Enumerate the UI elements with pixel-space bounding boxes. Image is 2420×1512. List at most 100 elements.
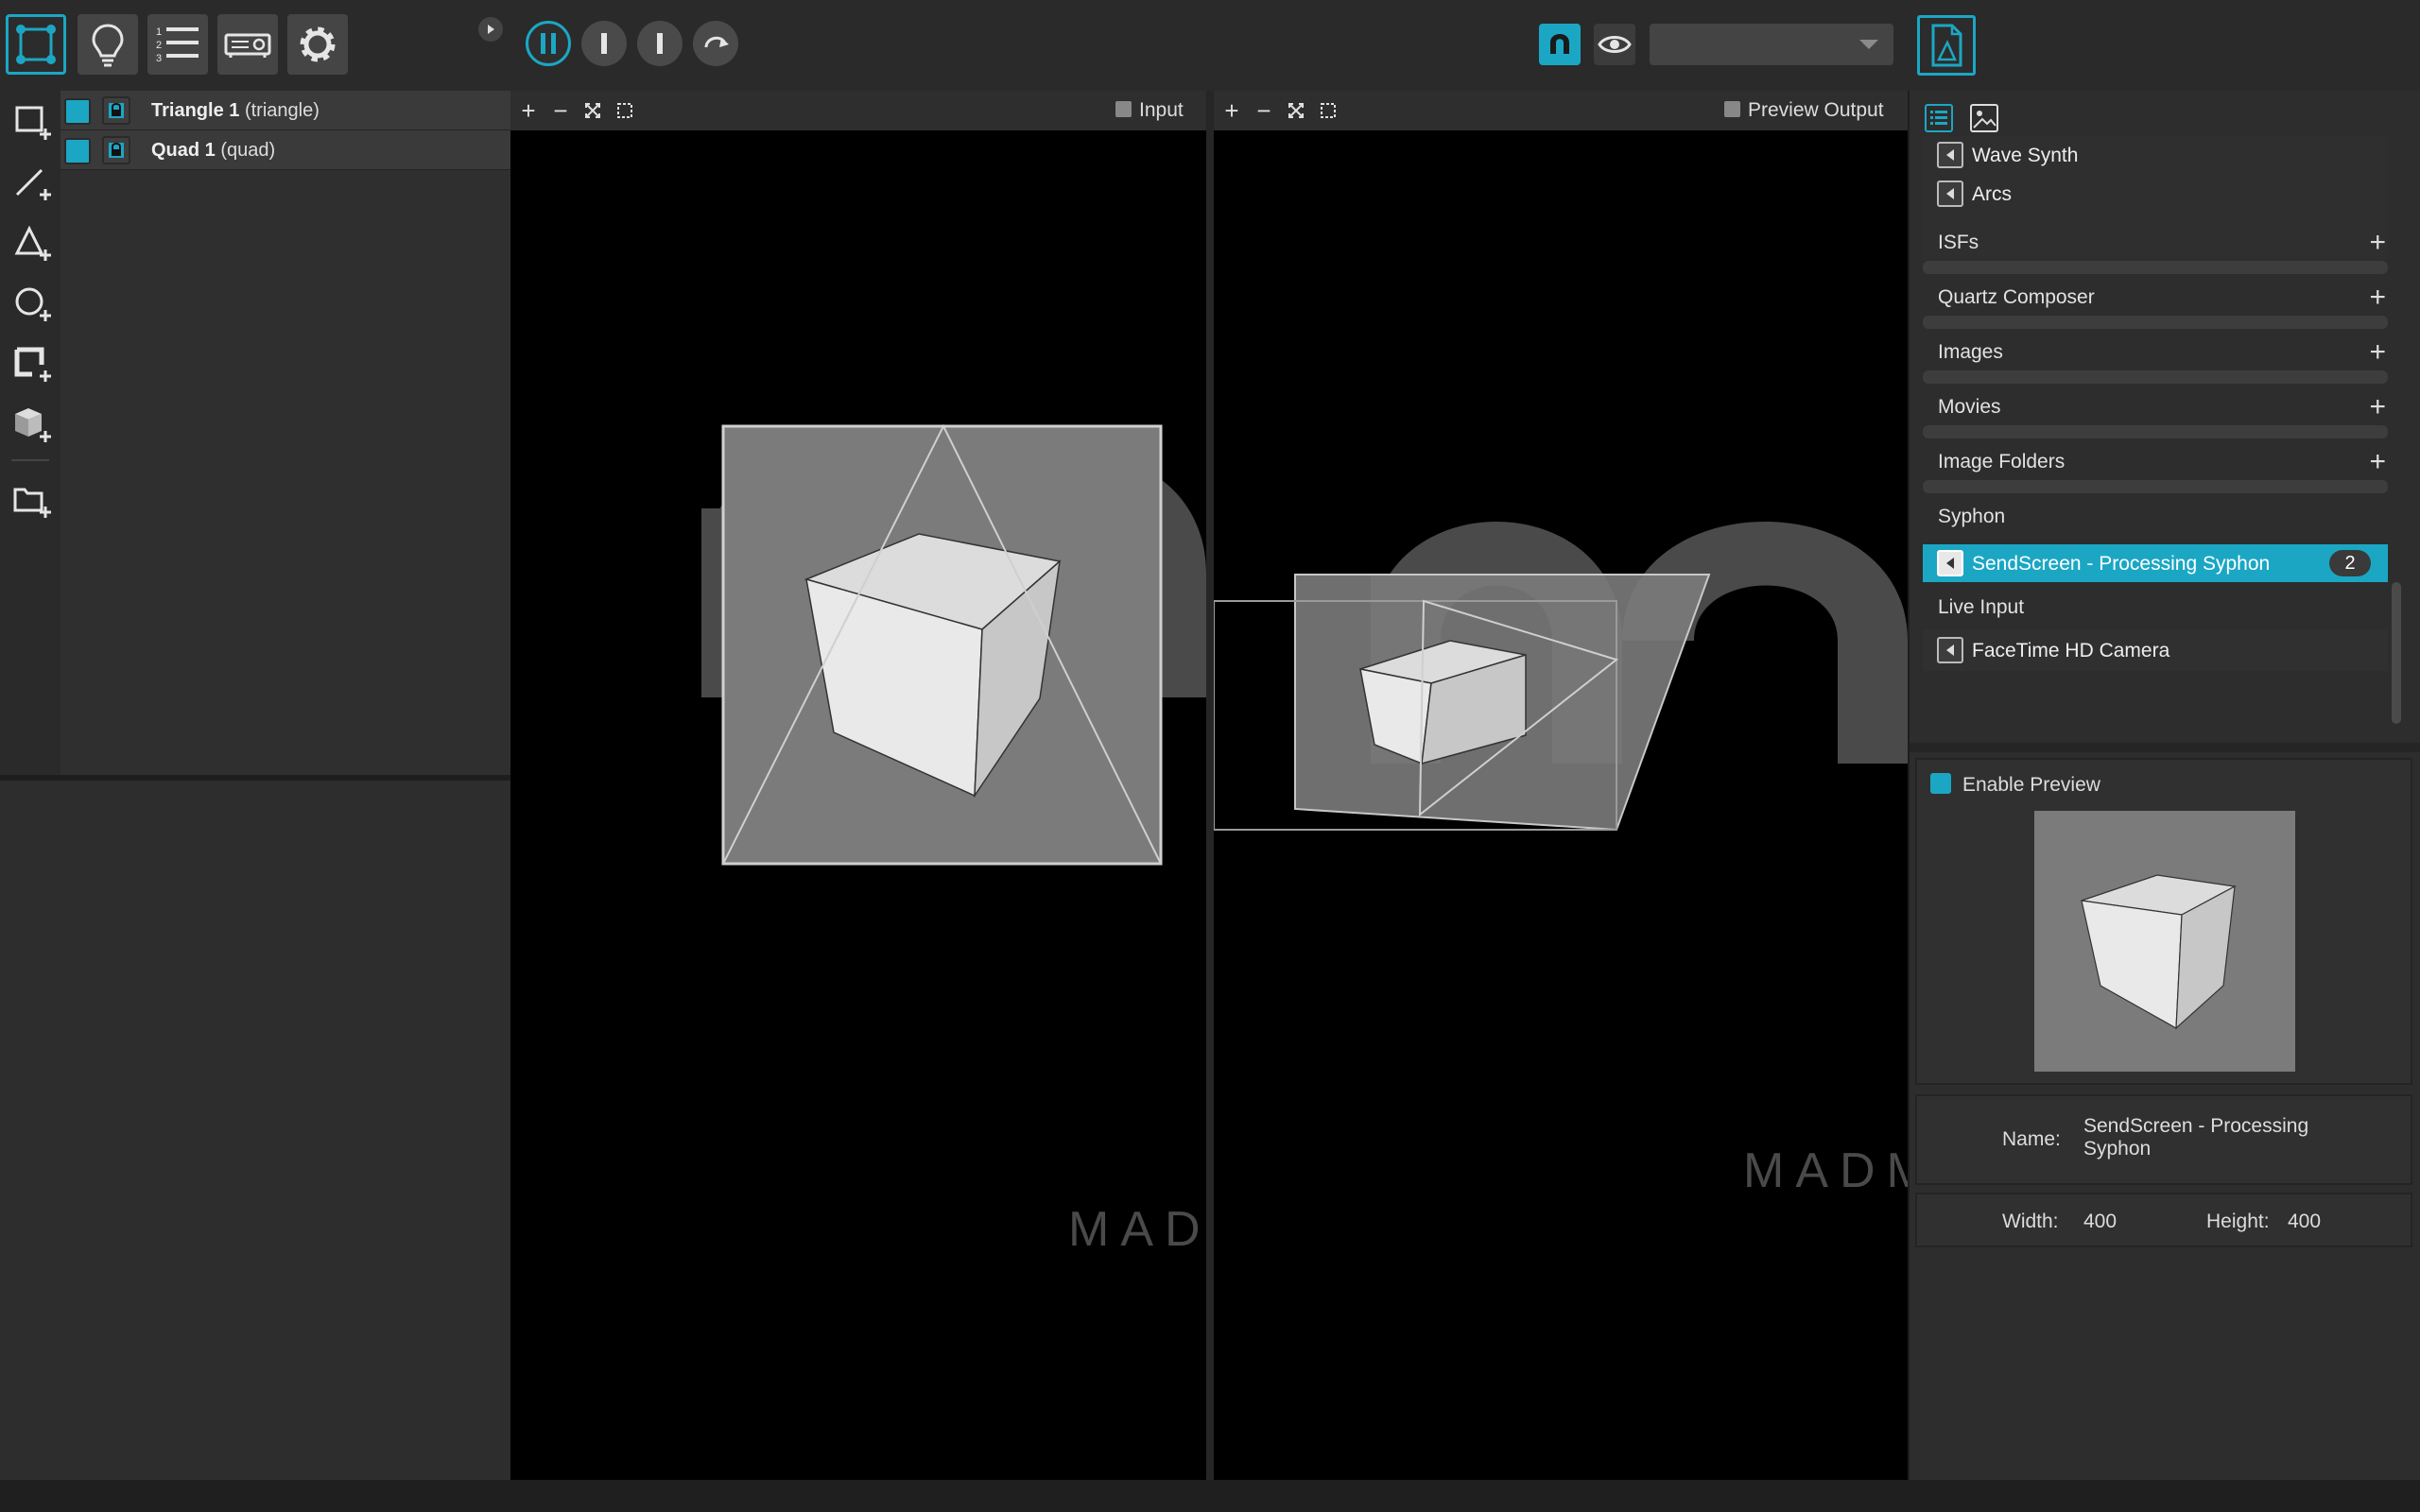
- add-3d-object-icon: [15, 408, 51, 442]
- input-view-header: + − Input: [510, 91, 1206, 130]
- lock-toggle[interactable]: [102, 96, 130, 125]
- source-item[interactable]: FaceTime HD Camera: [1923, 629, 2388, 671]
- zoom-out-button[interactable]: −: [1250, 96, 1278, 125]
- source-preview-image: [2034, 811, 2295, 1072]
- add-icon[interactable]: +: [2369, 446, 2386, 478]
- category-label: Movies: [1938, 396, 2001, 418]
- list-view-tab[interactable]: [1923, 102, 1955, 134]
- add-icon[interactable]: +: [2369, 282, 2386, 314]
- stop-button[interactable]: [637, 21, 683, 66]
- category-label: Image Folders: [1938, 451, 2066, 472]
- zoom-in-button[interactable]: +: [514, 96, 543, 125]
- project-document-button[interactable]: [1917, 15, 1976, 76]
- display-select[interactable]: [1650, 24, 1893, 65]
- category-label: Images: [1938, 341, 2003, 363]
- source-item-label: Wave Synth: [1972, 145, 2079, 166]
- stop-icon: [657, 33, 663, 54]
- category-syphon[interactable]: Syphon: [1923, 499, 2388, 537]
- category-images[interactable]: Images +: [1923, 335, 2388, 387]
- fit-button[interactable]: [579, 96, 607, 125]
- add-quad-icon: [15, 106, 51, 140]
- add-folder-icon: [13, 488, 51, 518]
- viewport-splitter[interactable]: [1206, 91, 1214, 1480]
- input-canvas[interactable]: MAD: [510, 130, 1206, 1480]
- source-item[interactable]: Wave Synth: [1923, 136, 2388, 174]
- source-item[interactable]: Arcs: [1923, 175, 2388, 213]
- width-label: Width:: [2002, 1211, 2059, 1232]
- category-label: Quartz Composer: [1938, 286, 2095, 308]
- width-value: 400: [2083, 1211, 2118, 1232]
- add-circle-tool[interactable]: [8, 280, 55, 327]
- lock-toggle[interactable]: [102, 136, 130, 164]
- preferences-mode-button[interactable]: [287, 14, 348, 75]
- add-line-icon: [15, 168, 51, 200]
- step-icon: [601, 33, 607, 54]
- fit-button[interactable]: [1282, 96, 1310, 125]
- magnet-toggle-button[interactable]: [1539, 24, 1581, 65]
- source-item-label: SendScreen - Processing Syphon: [1972, 553, 2271, 575]
- source-name-box: Name: SendScreen - Processing Syphon: [1915, 1094, 2412, 1185]
- sources-panel: Wave Synth Arcs ISFs + Quartz Composer +…: [1908, 91, 2420, 1480]
- pause-icon: [541, 33, 556, 54]
- source-size-box: Width: 400 Height: 400: [1915, 1193, 2412, 1247]
- preview-visibility-button[interactable]: [1594, 24, 1635, 65]
- step-button[interactable]: [581, 21, 627, 66]
- layer-row[interactable]: Quad 1 (quad): [60, 130, 510, 170]
- add-circle-icon: [15, 287, 51, 321]
- light-mode-button[interactable]: [78, 14, 138, 75]
- height-label: Height:: [2206, 1211, 2270, 1232]
- name-value: SendScreen - Processing Syphon: [2083, 1115, 2309, 1160]
- layer-row[interactable]: Triangle 1 (triangle): [60, 91, 510, 130]
- panel-splitter[interactable]: [1910, 743, 2420, 752]
- visibility-checkbox[interactable]: [64, 138, 91, 164]
- list-icon: [1925, 104, 1953, 132]
- status-bar: [0, 1480, 2420, 1512]
- watermark-letters: MAD: [1068, 1202, 1206, 1257]
- play-source-icon: [1937, 550, 1963, 576]
- svg-text:1: 1: [156, 26, 162, 38]
- add-quad-tool[interactable]: [8, 98, 55, 146]
- scrollbar-thumb[interactable]: [2392, 582, 2401, 724]
- source-item-label: FaceTime HD Camera: [1972, 640, 2170, 662]
- category-body: [1923, 261, 2388, 274]
- add-3d-object-tool[interactable]: [8, 401, 55, 448]
- output-mode-button[interactable]: [217, 14, 278, 75]
- mapping-mode-button[interactable]: [6, 14, 66, 75]
- image-icon: [1970, 104, 1998, 132]
- output-canvas[interactable]: MADM: [1214, 130, 1908, 1480]
- select-area-button[interactable]: [1314, 96, 1342, 125]
- zoom-out-button[interactable]: −: [546, 96, 575, 125]
- cue-list-mode-button[interactable]: 1 2 3: [147, 14, 208, 75]
- category-body: [1923, 316, 2388, 329]
- collapse-toggle-button[interactable]: [478, 17, 503, 42]
- add-icon[interactable]: +: [2369, 391, 2386, 423]
- rewind-button[interactable]: [693, 21, 738, 66]
- tool-divider: [11, 459, 49, 461]
- enable-preview-checkbox[interactable]: [1930, 773, 1951, 794]
- add-icon[interactable]: +: [2369, 227, 2386, 259]
- category-live-input[interactable]: Live Input: [1923, 590, 2388, 627]
- magnet-icon: [1550, 34, 1569, 54]
- play-source-icon: [1937, 142, 1963, 168]
- image-view-tab[interactable]: [1968, 102, 2000, 134]
- pause-button[interactable]: [526, 21, 571, 66]
- category-movies[interactable]: Movies +: [1923, 389, 2388, 442]
- source-item-selected[interactable]: SendScreen - Processing Syphon 2: [1923, 544, 2388, 582]
- visibility-checkbox[interactable]: [64, 98, 91, 125]
- select-area-button[interactable]: [611, 96, 639, 125]
- eye-icon: [1598, 36, 1632, 53]
- category-image-folders[interactable]: Image Folders +: [1923, 444, 2388, 497]
- category-label: Syphon: [1938, 506, 2006, 527]
- input-indicator: [1115, 101, 1132, 117]
- play-arrow-icon: [488, 25, 494, 34]
- category-isfs[interactable]: ISFs +: [1923, 225, 2388, 278]
- category-quartz-composer[interactable]: Quartz Composer +: [1923, 280, 2388, 333]
- add-line-tool[interactable]: [8, 159, 55, 206]
- add-folder-tool[interactable]: [8, 476, 55, 524]
- add-mesh-tool[interactable]: [8, 340, 55, 387]
- rewind-icon: [704, 36, 729, 48]
- zoom-in-button[interactable]: +: [1218, 96, 1246, 125]
- add-icon[interactable]: +: [2369, 336, 2386, 369]
- add-triangle-icon: [14, 225, 51, 261]
- add-triangle-tool[interactable]: [8, 219, 55, 266]
